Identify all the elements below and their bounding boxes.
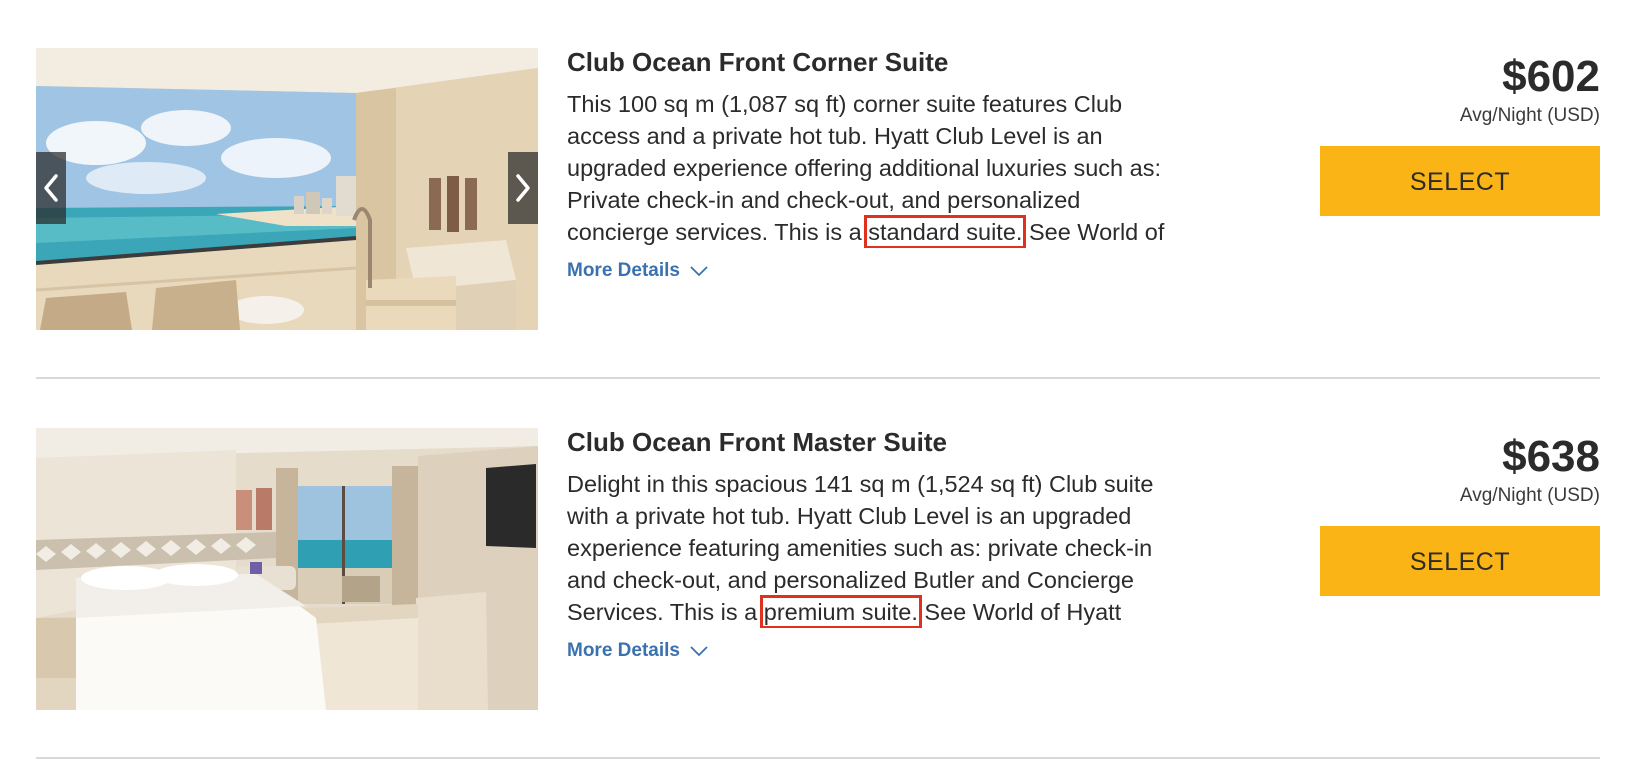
room-photo-image	[36, 48, 538, 330]
room-list: Club Ocean Front Corner Suite This 100 s…	[0, 0, 1636, 762]
more-details-link[interactable]: More Details	[567, 260, 708, 282]
room-photo[interactable]	[36, 428, 538, 710]
description-text-continued: See World of	[1022, 219, 1165, 245]
divider	[36, 757, 1600, 759]
price-column: $638 Avg/Night (USD) SELECT	[1310, 428, 1600, 596]
room-title: Club Ocean Front Corner Suite	[567, 47, 949, 77]
description-text-continued: See World of Hyatt	[917, 599, 1122, 625]
select-button[interactable]: SELECT	[1320, 146, 1600, 216]
room-price: $602	[1502, 52, 1600, 101]
room-description: This 100 sq m (1,087 sq ft) corner suite…	[567, 88, 1177, 248]
chevron-left-icon	[44, 174, 58, 202]
price-note: Avg/Night (USD)	[1459, 485, 1600, 506]
chevron-right-icon	[516, 174, 530, 202]
highlighted-suite-type: premium suite.	[759, 595, 922, 628]
more-details-link[interactable]: More Details	[567, 640, 708, 662]
room-info: Club Ocean Front Master Suite Delight in…	[567, 427, 1177, 662]
divider	[36, 377, 1600, 379]
highlighted-suite-type: standard suite.	[864, 215, 1027, 248]
room-photo[interactable]	[36, 48, 538, 330]
carousel-prev-button[interactable]	[36, 152, 66, 224]
select-button[interactable]: SELECT	[1320, 526, 1600, 596]
room-photo-image	[36, 428, 538, 710]
room-price: $638	[1502, 432, 1600, 481]
more-details-label: More Details	[567, 260, 680, 281]
more-details-label: More Details	[567, 640, 680, 661]
price-note: Avg/Night (USD)	[1459, 105, 1600, 126]
room-info: Club Ocean Front Corner Suite This 100 s…	[567, 47, 1177, 282]
carousel-next-button[interactable]	[508, 152, 538, 224]
chevron-down-icon	[690, 266, 708, 277]
room-description: Delight in this spacious 141 sq m (1,524…	[567, 468, 1177, 628]
room-title: Club Ocean Front Master Suite	[567, 427, 947, 457]
price-column: $602 Avg/Night (USD) SELECT	[1310, 48, 1600, 216]
chevron-down-icon	[690, 646, 708, 657]
